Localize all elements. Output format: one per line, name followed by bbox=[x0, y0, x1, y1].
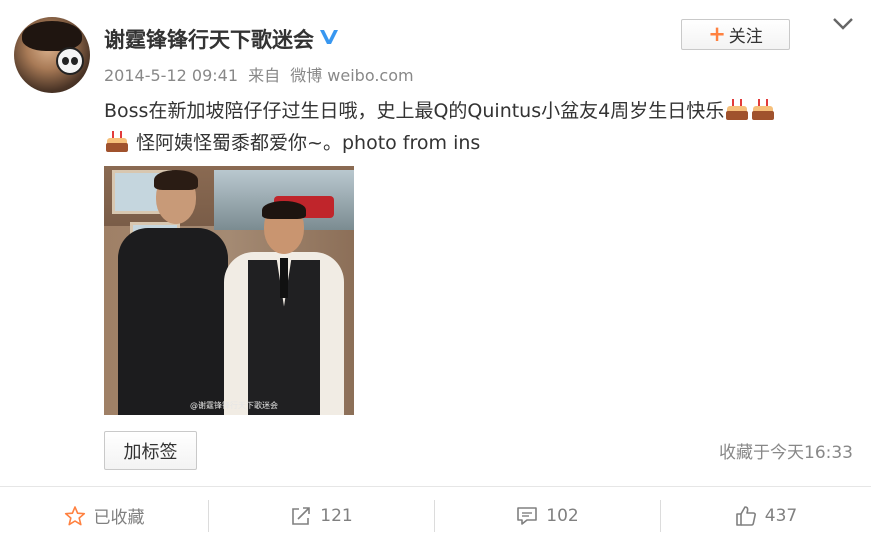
like-count: 437 bbox=[764, 505, 798, 526]
post-text: Boss在新加坡陪仔仔过生日哦，史上最Q的Quintus小盆友4周岁生日快乐 怪… bbox=[104, 95, 844, 159]
photo-watermark: @谢霆锋锋行天下歌迷会 bbox=[190, 401, 278, 410]
favorite-label: 已收藏 bbox=[93, 508, 145, 528]
star-icon bbox=[64, 505, 85, 525]
verified-v-icon[interactable] bbox=[318, 26, 340, 48]
photo-person-right bbox=[224, 201, 344, 415]
add-tag-button[interactable]: 加标签 bbox=[104, 431, 197, 470]
photo-person-left bbox=[118, 170, 228, 415]
author-avatar[interactable] bbox=[14, 17, 90, 93]
post-text-line1: Boss在新加坡陪仔仔过生日哦，史上最Q的Quintus小盆友4周岁生日快乐 bbox=[104, 100, 725, 122]
repost-icon bbox=[292, 506, 311, 525]
action-bar: 已收藏 121 102 437 bbox=[0, 486, 871, 543]
post-photo[interactable]: @谢霆锋锋行天下歌迷会 bbox=[104, 166, 354, 415]
favorited-time: 收藏于今天16:33 bbox=[719, 443, 853, 463]
author-name[interactable]: 谢霆锋锋行天下歌迷会 bbox=[104, 24, 314, 54]
chevron-down-icon[interactable] bbox=[832, 16, 854, 32]
post-timestamp[interactable]: 2014-5-12 09:41 bbox=[104, 66, 238, 85]
follow-label: 关注 bbox=[728, 27, 763, 47]
comment-icon bbox=[517, 506, 538, 525]
follow-button[interactable]: + 关注 bbox=[681, 19, 790, 50]
cake-emoji-icon bbox=[105, 130, 129, 152]
cake-emoji-icon bbox=[751, 98, 775, 120]
favorite-button[interactable]: 已收藏 bbox=[0, 487, 208, 543]
comment-button[interactable]: 102 bbox=[435, 487, 660, 543]
post-source[interactable]: 微博 weibo.com bbox=[290, 66, 413, 85]
plus-icon: + bbox=[708, 22, 726, 46]
post-source-prefix: 来自 bbox=[248, 66, 281, 85]
cake-emoji-icon bbox=[725, 98, 749, 120]
like-button[interactable]: 437 bbox=[661, 487, 871, 543]
repost-count: 121 bbox=[320, 505, 353, 526]
repost-button[interactable]: 121 bbox=[209, 487, 434, 543]
avatar-panda-badge bbox=[56, 47, 84, 75]
thumbs-up-icon bbox=[735, 505, 756, 526]
post-meta: 2014-5-12 09:41 来自 微博 weibo.com bbox=[104, 62, 419, 86]
comment-count: 102 bbox=[546, 505, 579, 526]
post-text-line2: 怪阿姨怪蜀黍都爱你~。photo from ins bbox=[136, 132, 481, 154]
